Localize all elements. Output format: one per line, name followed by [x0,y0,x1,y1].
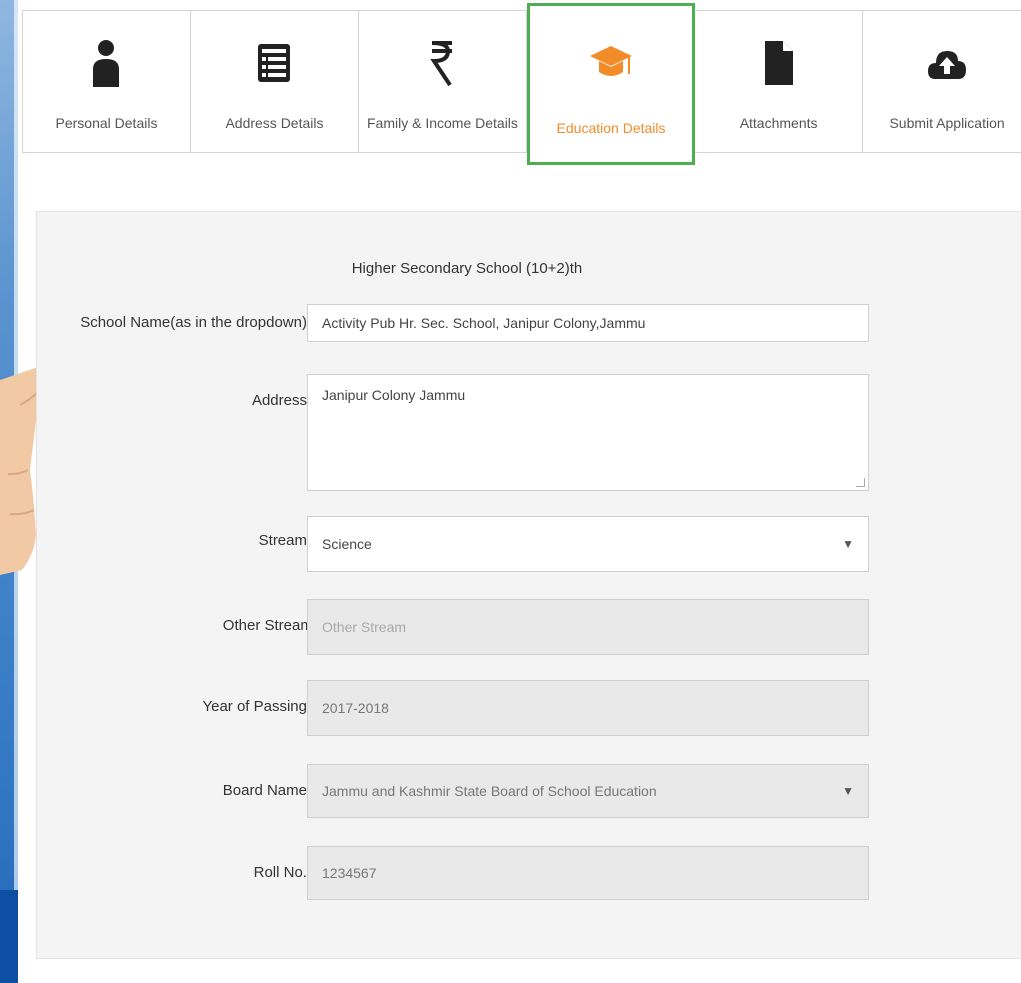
school-name-input[interactable]: Activity Pub Hr. Sec. School, Janipur Co… [307,304,869,342]
tab-label: Address Details [225,115,324,131]
tab-label: Attachments [739,115,818,131]
year-of-passing-input[interactable]: 2017-2018 [307,680,869,736]
graduation-cap-icon [589,38,633,90]
resize-handle[interactable] [856,478,865,487]
stream-select[interactable]: Science ▼ [307,516,869,572]
board-name-label: Board Name:* [222,782,317,799]
tab-attachments[interactable]: Attachments [695,11,864,152]
tab-address-details[interactable]: Address Details [190,11,359,152]
year-of-passing-label: Year of Passing:* [202,698,317,715]
tab-label: Education Details [556,120,666,136]
address-text[interactable]: Janipur Colony Jammu [322,375,854,502]
section-title: Higher Secondary School (10+2)th [351,260,583,277]
other-stream-input[interactable]: Other Stream [307,599,869,655]
tab-submit-application[interactable]: Submit Application [863,11,1021,152]
chevron-down-icon: ▼ [842,537,854,551]
tab-label: Submit Application [889,115,1005,131]
chevron-down-icon: ▼ [842,784,854,798]
school-name-label: School Name(as in the dropdown):* [80,314,317,331]
slide-edge-decoration-dark [0,890,18,983]
board-name-select[interactable]: Jammu and Kashmir State Board of School … [307,764,869,818]
address-textarea[interactable]: Janipur Colony Jammu [307,374,869,502]
tab-label: Personal Details [55,115,158,131]
rupee-icon [428,37,456,89]
education-form-panel: Higher Secondary School (10+2)th School … [36,211,1021,959]
tab-personal-details[interactable]: Personal Details [23,11,191,152]
person-icon [91,37,121,89]
application-steps-tabs: Personal Details Address Details Family … [22,3,1021,165]
other-stream-label: Other Stream: [222,617,317,634]
tab-family-income-details[interactable]: Family & Income Details [358,11,527,152]
list-icon [257,37,291,89]
tab-education-details[interactable]: Education Details [526,3,696,165]
tab-label: Family & Income Details [366,115,518,131]
roll-no-input[interactable]: 1234567 [307,846,869,900]
file-icon [764,37,794,89]
upload-icon [927,37,967,89]
